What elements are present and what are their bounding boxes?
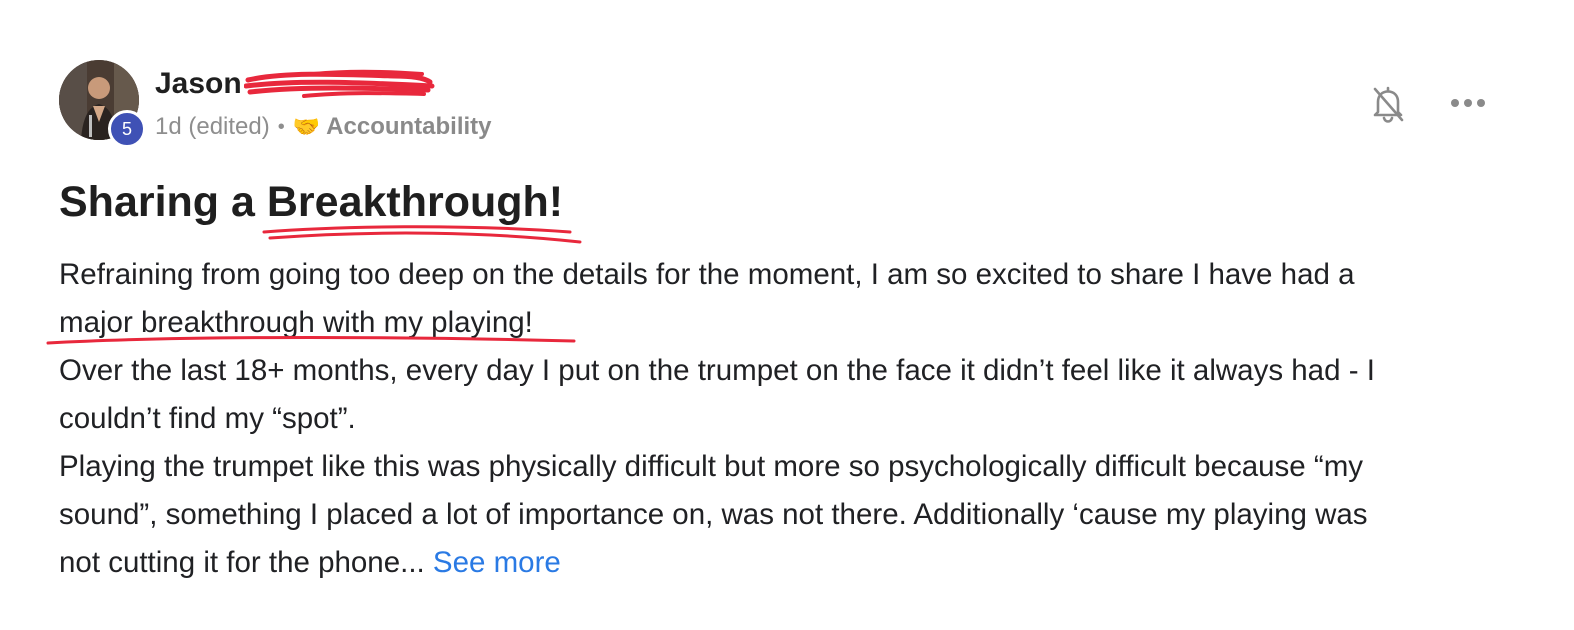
redaction-scribble [244, 69, 435, 98]
body-line: Over the last 18+ months, every day I pu… [59, 354, 1375, 387]
notification-toggle-button[interactable] [1368, 82, 1408, 126]
body-line: Refraining from going too deep on the de… [59, 258, 1355, 291]
post-meta: 1d (edited) • 🤝 Accountability [155, 110, 492, 144]
more-horizontal-icon [1451, 99, 1485, 107]
level-badge: 5 [108, 110, 146, 148]
author-name[interactable]: Jason [155, 64, 242, 104]
post-title: Sharing a Breakthrough! [59, 178, 564, 226]
post-card: 5 Jason 1d (edited) • 🤝 Accountability S… [0, 0, 1574, 630]
bell-off-icon [1373, 86, 1404, 123]
category-link[interactable]: Accountability [326, 113, 491, 141]
body-line: couldn’t find my “spot”. [59, 402, 356, 435]
see-more-link[interactable]: See more [433, 546, 561, 579]
post-time: 1d (edited) [155, 113, 270, 140]
body-line-text: not cutting it for the phone... [59, 546, 425, 579]
meta-separator: • [277, 115, 285, 138]
more-options-button[interactable] [1446, 88, 1490, 118]
body-line: sound”, something I placed a lot of impo… [59, 498, 1368, 531]
handshake-icon: 🤝 [292, 114, 321, 139]
body-line: major breakthrough with my playing! [59, 306, 533, 339]
post-body: Refraining from going too deep on the de… [59, 251, 1519, 587]
body-line: Playing the trumpet like this was physic… [59, 450, 1364, 483]
body-line-last: not cutting it for the phone... See more [59, 539, 1519, 587]
